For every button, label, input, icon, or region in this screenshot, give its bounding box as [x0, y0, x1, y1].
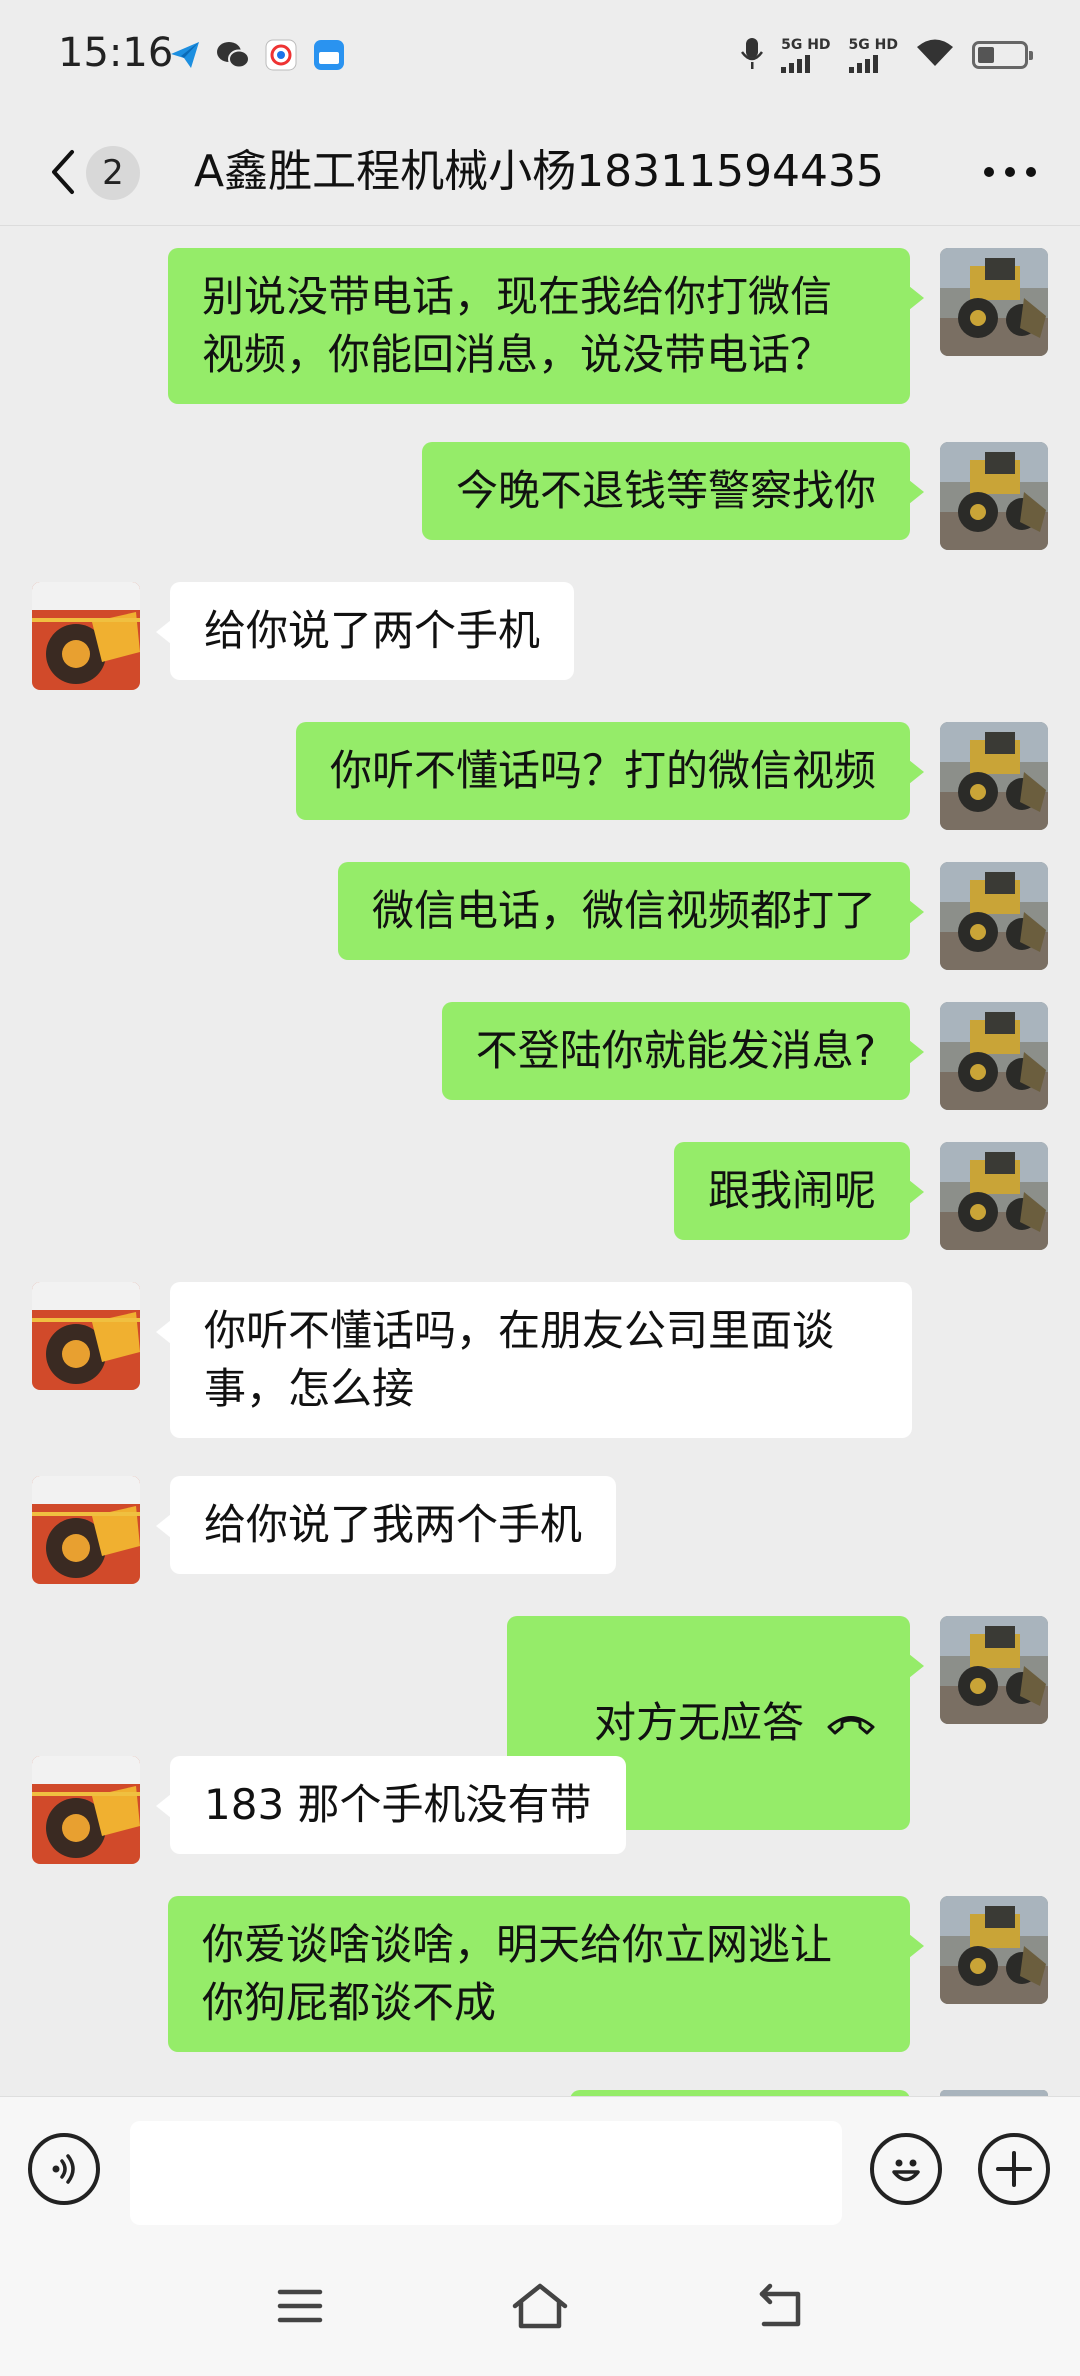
contact-avatar[interactable]: [32, 582, 140, 690]
home-nav-button[interactable]: [510, 2278, 570, 2334]
voice-icon: [52, 2154, 75, 2184]
qq-browser-icon: [264, 38, 298, 72]
message-bubble-received[interactable]: 给你说了两个手机: [155, 582, 575, 680]
wheel-loader-avatar-icon: [940, 1616, 1048, 1724]
chevron-left-icon: [52, 150, 74, 194]
message-bubble-received[interactable]: 183 那个手机没有带: [156, 1756, 626, 1854]
message-bubble-sent[interactable]: 今晚不退钱等警察找你: [421, 442, 925, 540]
unread-count-badge: 2: [86, 146, 140, 200]
wechat-icon: [216, 38, 250, 72]
company-logo-avatar-icon: [32, 1756, 140, 1864]
message-bubble-sent[interactable]: 微信电话，微信视频都打了: [337, 862, 925, 960]
my-avatar[interactable]: [940, 442, 1048, 550]
message-bubble-sent[interactable]: 你听不懂话吗？打的微信视频: [295, 722, 925, 820]
signal-bars-icon: [848, 53, 878, 73]
my-avatar[interactable]: [940, 1142, 1048, 1250]
message-bubble-sent[interactable]: 不登陆你就能发消息?: [441, 1002, 925, 1100]
back-arrow-icon: [759, 2283, 801, 2327]
wheel-loader-avatar-icon: [940, 1002, 1048, 1110]
contact-avatar[interactable]: [32, 1282, 140, 1390]
contact-avatar[interactable]: [32, 1476, 140, 1584]
wheel-loader-avatar-icon: [940, 862, 1048, 970]
more-dots-icon: [984, 167, 1036, 177]
chat-header: 2 A鑫胜工程机械小杨18311594435: [0, 118, 1080, 226]
message-bubble-sent[interactable]: 跟我闹呢: [673, 1142, 925, 1240]
wheel-loader-avatar-icon: [940, 442, 1048, 550]
status-app-icons: [168, 38, 346, 72]
back-button[interactable]: [38, 140, 88, 204]
more-functions-button[interactable]: [978, 2133, 1050, 2205]
company-logo-avatar-icon: [32, 1476, 140, 1584]
battery-icon: [972, 41, 1033, 69]
company-logo-avatar-icon: [32, 582, 140, 690]
message-bubble-received[interactable]: 你听不懂话吗，在朋友公司里面谈 事，怎么接: [156, 1282, 912, 1438]
wifi-icon: [916, 38, 954, 72]
message-bubble-received[interactable]: 给你说了我两个手机: [155, 1476, 617, 1574]
my-avatar[interactable]: [940, 248, 1048, 356]
hangup-phone-icon: [827, 1716, 875, 1735]
call-status-text: 对方无应答: [593, 1698, 804, 1747]
wheel-loader-avatar-icon: [940, 248, 1048, 356]
menu-nav-button[interactable]: [270, 2278, 330, 2334]
my-avatar[interactable]: [940, 1896, 1048, 2004]
microphone-icon: [741, 36, 764, 74]
contact-avatar[interactable]: [32, 1756, 140, 1864]
wheel-loader-avatar-icon: [940, 722, 1048, 830]
signal-1-label: 5G HD: [781, 37, 831, 53]
emoji-button[interactable]: [870, 2133, 942, 2205]
signal-bars-icon: [781, 53, 811, 73]
status-right: 5G HD 5G HD: [741, 36, 1033, 74]
signal-1: 5G HD: [781, 37, 831, 73]
smiley-icon: [892, 2159, 920, 2182]
wheel-loader-avatar-icon: [940, 1142, 1048, 1250]
chat-title: A鑫胜工程机械小杨18311594435: [194, 146, 885, 197]
voice-input-button[interactable]: [28, 2133, 100, 2205]
my-avatar[interactable]: [940, 1002, 1048, 1110]
more-options-button[interactable]: [970, 140, 1050, 204]
signal-2: 5G HD: [848, 37, 898, 73]
message-input[interactable]: [130, 2121, 842, 2225]
signal-2-label: 5G HD: [848, 37, 898, 53]
home-icon: [512, 2283, 568, 2329]
status-time: 15:16: [58, 30, 174, 76]
system-nav-bar: [0, 2236, 1080, 2376]
my-avatar[interactable]: [940, 1616, 1048, 1724]
status-bar: 15:16 5G HD 5G HD: [0, 0, 1080, 118]
chat-input-bar: [0, 2096, 1080, 2236]
message-bubble-sent[interactable]: 别说没带电话，现在我给你打微信 视频，你能回消息，说没带电话？: [168, 248, 924, 404]
wheel-loader-avatar-icon: [940, 1896, 1048, 2004]
send-app-icon: [168, 38, 202, 72]
menu-icon: [277, 2289, 323, 2323]
back-nav-button[interactable]: [750, 2278, 810, 2334]
company-logo-avatar-icon: [32, 1282, 140, 1390]
my-avatar[interactable]: [940, 862, 1048, 970]
message-bubble-sent[interactable]: 你爱谈啥谈啥，明天给你立网逃让 你狗屁都谈不成: [168, 1896, 924, 2052]
plus-icon: [996, 2151, 1032, 2187]
my-avatar[interactable]: [940, 722, 1048, 830]
calendar-app-icon: [312, 38, 346, 72]
